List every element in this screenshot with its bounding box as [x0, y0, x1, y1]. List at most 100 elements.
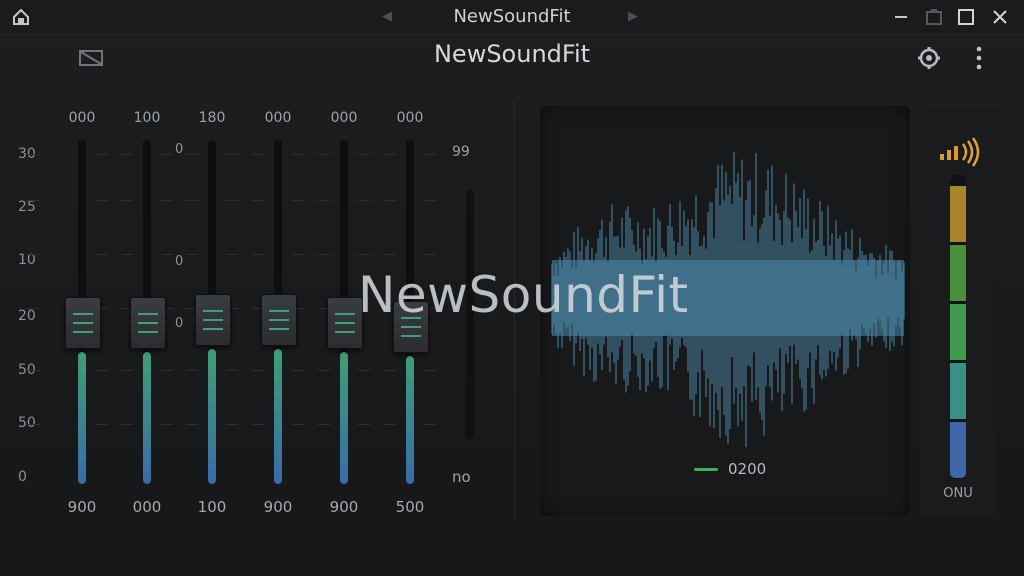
eq-band-2: 100 000 — [119, 108, 175, 528]
next-arrow-icon[interactable]: ▶ — [628, 9, 642, 25]
minimize-button[interactable] — [891, 7, 911, 27]
meter-segment — [950, 186, 966, 242]
eq-tick — [318, 424, 330, 425]
eq-tick — [121, 254, 133, 255]
eq-slider-knob[interactable] — [195, 293, 231, 346]
eq-slider-fill — [274, 348, 282, 484]
eq-slider-fill — [406, 355, 414, 484]
eq-tick — [186, 200, 198, 201]
meter-segment — [950, 304, 966, 360]
eq-tick — [318, 370, 330, 371]
eq-tick — [26, 424, 40, 425]
eq-tick — [186, 154, 198, 155]
eq-tick — [252, 424, 264, 425]
eq-band-4: 000 900 — [250, 108, 306, 528]
eq-scale-label: 0 — [18, 469, 27, 485]
eq-tick — [252, 200, 264, 201]
meter-segment — [950, 422, 966, 478]
eq-tick — [186, 254, 198, 255]
eq-band-bottom-label: 900 — [329, 498, 359, 516]
eq-tick — [252, 370, 264, 371]
eq-tick — [96, 254, 108, 255]
eq-scale-label: 20 — [18, 308, 36, 324]
eq-tick — [384, 154, 396, 155]
eq-tick — [318, 200, 330, 201]
eq-slider-fill — [340, 352, 348, 484]
meter-segment — [950, 245, 966, 301]
mid-scale-label: 0 — [175, 316, 184, 331]
eq-band-top-label: 000 — [396, 110, 424, 126]
eq-tick — [96, 200, 108, 201]
eq-tick — [358, 424, 370, 425]
eq-tick — [121, 370, 133, 371]
eq-tick — [26, 154, 40, 155]
eq-tick — [424, 254, 436, 255]
maximize-button[interactable] — [956, 7, 976, 27]
meter-segment — [950, 363, 966, 419]
legend-swatch — [694, 467, 718, 471]
eq-tick — [226, 424, 238, 425]
eq-tick — [186, 370, 198, 371]
eq-slider-fill — [208, 348, 216, 484]
side-slider-bottom-label: no — [452, 468, 471, 486]
mid-scale-label: 0 — [175, 142, 184, 157]
eq-band-top-label: 000 — [330, 110, 358, 126]
eq-tick — [358, 154, 370, 155]
snap-layout-icon[interactable] — [924, 7, 944, 27]
eq-tick — [161, 200, 173, 201]
eq-slider-knob[interactable] — [130, 297, 166, 350]
eq-band-top-label: 000 — [68, 110, 96, 126]
eq-tick — [252, 154, 264, 155]
meter-label: ONU — [943, 486, 973, 501]
eq-tick — [161, 370, 173, 371]
eq-tick — [161, 154, 173, 155]
app-title: NewSoundFit — [433, 40, 591, 68]
eq-tick — [26, 200, 40, 201]
eq-tick — [161, 254, 173, 255]
side-slider-top-label: 99 — [452, 144, 470, 160]
window-title: NewSoundFit — [453, 6, 571, 27]
eq-tick — [384, 424, 396, 425]
title-bar: ◀ NewSoundFit ▶ — [0, 0, 1024, 35]
eq-tick — [121, 200, 133, 201]
eq-tick — [96, 154, 108, 155]
eq-slider-knob[interactable] — [261, 293, 297, 346]
eq-tick — [226, 154, 238, 155]
eq-tick — [424, 424, 436, 425]
eq-tick — [26, 370, 40, 371]
eq-scale-label: 50 — [18, 415, 36, 431]
eq-tick — [292, 424, 304, 425]
eq-band-bottom-label: 900 — [67, 498, 97, 516]
eq-slider-fill — [78, 352, 86, 484]
eq-tick — [384, 200, 396, 201]
eq-band-bottom-label: 500 — [395, 498, 425, 516]
eq-tick — [424, 154, 436, 155]
eq-slider-knob[interactable] — [65, 297, 101, 350]
eq-tick — [384, 370, 396, 371]
eq-slider-fill — [143, 352, 151, 484]
eq-band-1: 000 900 — [26, 108, 110, 528]
eq-band-top-label: 180 — [198, 110, 226, 126]
eq-tick — [26, 308, 40, 309]
legend-label: 0200 — [728, 460, 767, 478]
eq-tick — [26, 254, 40, 255]
eq-band-bottom-label: 000 — [132, 498, 162, 516]
watermark-text: NewSoundFit — [358, 266, 689, 324]
eq-tick — [226, 200, 238, 201]
eq-tick — [161, 424, 173, 425]
eq-tick — [96, 370, 108, 371]
more-menu-icon[interactable] — [970, 44, 988, 72]
app-window: ◀ NewSoundFit ▶ NewSoundFit 30 25 10 20 … — [0, 0, 1024, 576]
settings-gear-icon[interactable] — [916, 45, 942, 71]
eq-tick — [186, 424, 198, 425]
eq-tick — [358, 200, 370, 201]
eq-tick — [384, 254, 396, 255]
close-button[interactable] — [990, 7, 1010, 27]
eq-tick — [292, 154, 304, 155]
volume-icon[interactable] — [938, 136, 984, 168]
eq-tick — [292, 254, 304, 255]
eq-tick — [358, 254, 370, 255]
eq-band-bottom-label: 900 — [263, 498, 293, 516]
eq-tick — [318, 254, 330, 255]
waveform-legend: 0200 — [694, 459, 766, 479]
